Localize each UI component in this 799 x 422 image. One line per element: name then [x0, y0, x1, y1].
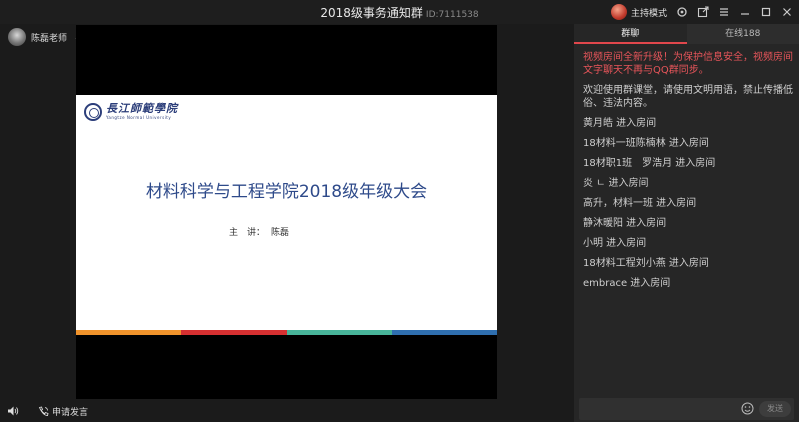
slide-color-stripes — [76, 330, 497, 335]
menu-icon[interactable] — [718, 6, 730, 18]
teacher-badge[interactable]: 陈磊老师 — [8, 28, 67, 46]
tab-online-members[interactable]: 在线188 — [687, 24, 799, 44]
host-mode-label[interactable]: 主持模式 — [631, 6, 667, 19]
slide-stripe — [391, 330, 497, 335]
university-logo: 長江師範學院 Yangtze Normal University — [84, 103, 178, 121]
volume-speaker-icon[interactable] — [7, 405, 19, 417]
shared-slide: 長江師範學院 Yangtze Normal University 材料科学与工程… — [76, 95, 497, 335]
video-stage[interactable]: 長江師範學院 Yangtze Normal University 材料科学与工程… — [76, 25, 497, 399]
maximize-icon[interactable] — [760, 6, 772, 18]
apply-to-speak-button[interactable]: 申请发言 — [38, 405, 88, 418]
tab-group-chat[interactable]: 群聊 — [574, 24, 687, 44]
chat-join-message: 黄月皓 进入房间 — [583, 118, 657, 129]
chat-input-bar[interactable]: 发送 — [579, 398, 794, 420]
chat-join-message: 静沐暖阳 进入房间 — [583, 218, 667, 229]
speaker-name: 陈磊 — [271, 228, 290, 238]
chat-system-message: 欢迎使用群课堂，请使用文明用语，禁止传播低俗、违法内容。 — [583, 85, 793, 109]
popout-icon[interactable] — [697, 6, 709, 18]
room-id: ID:7111538 — [425, 10, 479, 20]
host-avatar[interactable] — [610, 4, 627, 20]
phone-wave-icon — [38, 406, 49, 416]
slide-speaker: 主 讲： 陈磊 — [229, 225, 289, 238]
chat-panel: 群聊 在线188 视频房间全新升级！为保护信息安全，视频房间文字聊天不再与QQ群… — [574, 24, 799, 422]
minimize-icon[interactable] — [739, 6, 751, 18]
slide-title: 材料科学与工程学院2018级年级大会 — [145, 182, 428, 202]
chat-message-list: 视频房间全新升级！为保护信息安全，视频房间文字聊天不再与QQ群同步。 欢迎使用群课… — [583, 51, 795, 297]
settings-gear-icon[interactable] — [676, 6, 688, 18]
teacher-avatar — [8, 28, 26, 46]
chat-join-message: 高升，材料一班 进入房间 — [583, 198, 697, 209]
chat-join-message: 18材料一班陈楠林 进入房间 — [583, 138, 709, 149]
emoji-icon[interactable] — [741, 402, 754, 415]
chat-join-message: 小明 进入房间 — [583, 238, 647, 249]
logo-english-name: Yangtze Normal University — [106, 115, 172, 120]
chat-join-message: 炎 ㄴ 进入房间 — [583, 178, 649, 189]
title-bar: 2018级事务通知群 ID:7111538 主持模式 — [0, 0, 799, 24]
chat-join-message: 18材料工程刘小燕 进入房间 — [583, 258, 709, 269]
slide-stripe — [76, 330, 182, 335]
chat-join-message: 18材职1班 罗浩月 进入房间 — [583, 158, 716, 169]
chat-tabs: 群聊 在线188 — [574, 24, 799, 44]
presentation-area: 陈磊老师 排麦 長江師範學院 Yangtze Normal University… — [0, 24, 573, 422]
university-seal-icon — [84, 103, 102, 121]
logo-chinese-name: 長江師範學院 — [106, 102, 178, 115]
teacher-name: 陈磊老师 — [31, 33, 68, 44]
send-button[interactable]: 发送 — [759, 401, 791, 417]
slide-stripe — [286, 330, 392, 335]
close-icon[interactable] — [781, 6, 793, 18]
bottom-toolbar: 申请发言 — [0, 400, 573, 422]
speaker-label: 主 讲： — [229, 228, 266, 238]
chat-join-message: embrace 进入房间 — [583, 278, 671, 289]
slide-stripe — [181, 330, 287, 335]
chat-notice-message: 视频房间全新升级！为保护信息安全，视频房间文字聊天不再与QQ群同步。 — [583, 52, 793, 76]
group-name: 2018级事务通知群 — [320, 6, 423, 20]
title-bar-controls: 主持模式 — [610, 3, 793, 21]
apply-to-speak-label: 申请发言 — [52, 408, 89, 418]
